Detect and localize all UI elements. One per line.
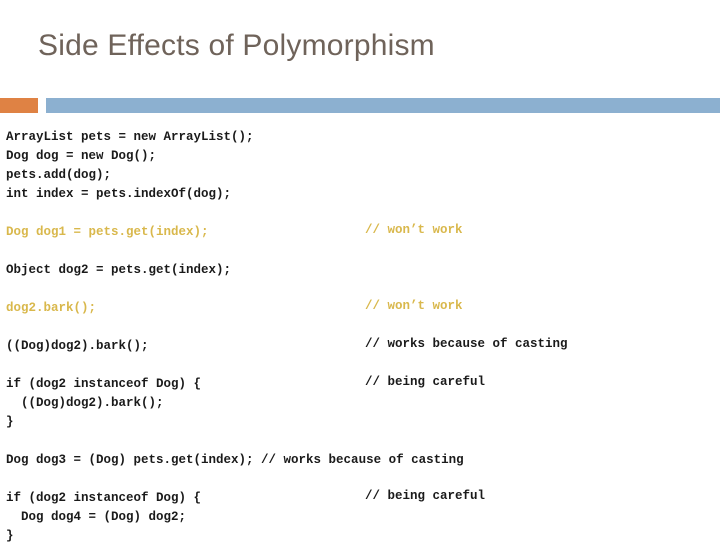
code-block: Dog dog3 = (Dog) pets.get(index); // wor…	[6, 449, 720, 468]
code-text: Object dog2 = pets.get(index);	[6, 263, 232, 277]
code-text: Dog dog3 = (Dog) pets.get(index);	[6, 453, 262, 467]
code-line: Dog dog3 = (Dog) pets.get(index); // wor…	[6, 449, 720, 468]
code-line: ArrayList pets = new ArrayList();	[6, 126, 720, 145]
code-text: ((Dog)dog2).bark();	[6, 339, 149, 353]
divider-accent-block	[0, 98, 38, 113]
code-block: Dog dog1 = pets.get(index); // won’t work	[6, 221, 720, 240]
code-block-spacer	[6, 316, 720, 335]
code-line: Dog dog4 = (Dog) dog2;	[6, 506, 720, 525]
code-line: ((Dog)dog2).bark(); // works because of c…	[6, 335, 720, 354]
code-block: Object dog2 = pets.get(index);	[6, 259, 720, 278]
code-text: int index = pets.indexOf(dog);	[6, 187, 232, 201]
code-comment: // being careful	[365, 375, 486, 389]
code-line: }	[6, 411, 720, 430]
code-text: dog2.bark();	[6, 301, 97, 315]
code-line: Object dog2 = pets.get(index);	[6, 259, 720, 278]
code-line: dog2.bark(); // won’t work	[6, 297, 720, 316]
code-block: if (dog2 instanceof Dog) {// being caref…	[6, 487, 720, 544]
code-text: }	[6, 529, 14, 543]
code-line: Dog dog1 = pets.get(index); // won’t work	[6, 221, 720, 240]
code-comment: // won’t work	[365, 223, 463, 237]
page-title: Side Effects of Polymorphism	[38, 29, 435, 62]
code-block-spacer	[6, 240, 720, 259]
code-line: Dog dog = new Dog();	[6, 145, 720, 164]
code-block-spacer	[6, 468, 720, 487]
code-block: dog2.bark(); // won’t work	[6, 297, 720, 316]
code-comment: // being careful	[365, 489, 486, 503]
code-block-spacer	[6, 278, 720, 297]
code-block-spacer	[6, 354, 720, 373]
code-comment: // won’t work	[365, 299, 463, 313]
code-comment: // works because of casting	[365, 337, 568, 351]
code-block-spacer	[6, 430, 720, 449]
code-text: }	[6, 415, 14, 429]
code-line: int index = pets.indexOf(dog);	[6, 183, 720, 202]
code-block-spacer	[6, 202, 720, 221]
title-divider	[0, 98, 720, 113]
code-block: if (dog2 instanceof Dog) {// being caref…	[6, 373, 720, 430]
code-comment: // works because of casting	[261, 453, 464, 467]
code-listing: ArrayList pets = new ArrayList(); Dog dog…	[6, 126, 720, 544]
code-line: }	[6, 525, 720, 544]
code-block: ArrayList pets = new ArrayList(); Dog dog…	[6, 126, 720, 202]
divider-bar	[46, 98, 720, 113]
code-text: Dog dog1 = pets.get(index);	[6, 225, 209, 239]
code-line: if (dog2 instanceof Dog) {// being caref…	[6, 487, 720, 506]
code-line: pets.add(dog);	[6, 164, 720, 183]
code-block: ((Dog)dog2).bark(); // works because of c…	[6, 335, 720, 354]
code-line: ((Dog)dog2).bark();	[6, 392, 720, 411]
code-line: if (dog2 instanceof Dog) {// being caref…	[6, 373, 720, 392]
